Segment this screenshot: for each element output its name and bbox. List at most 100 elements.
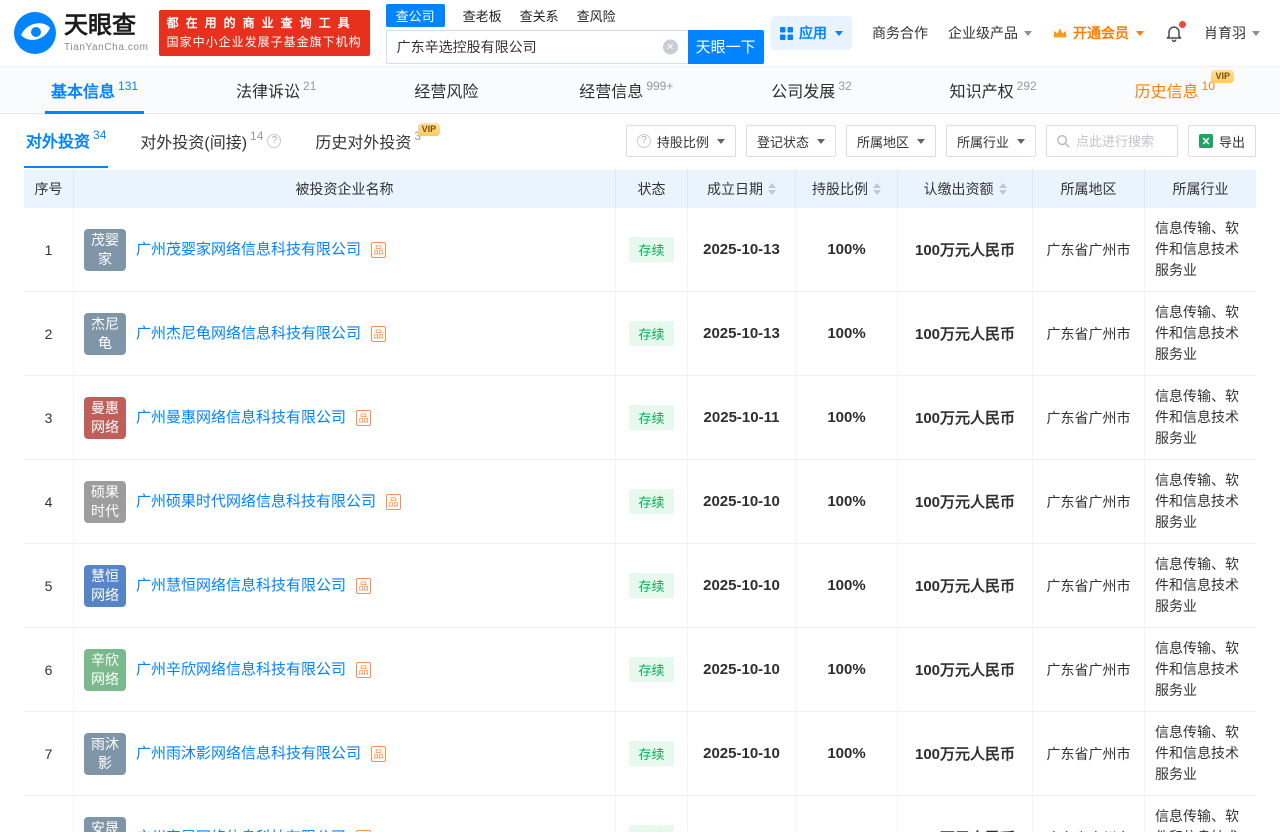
- subtab-history-investment[interactable]: 历史对外投资 3 VIP: [313, 114, 441, 168]
- company-link[interactable]: 广州辛欣网络信息科技有限公司: [136, 659, 346, 680]
- table-header-row: 序号 被投资企业名称 状态 成立日期 持股比例 认缴出资额 所属地区 所属行业: [24, 170, 1256, 208]
- export-button[interactable]: 导出: [1187, 125, 1256, 157]
- vip-badge: VIP: [1211, 70, 1234, 83]
- company-avatar[interactable]: 杰尼龟: [84, 312, 126, 355]
- apps-button[interactable]: 应用: [771, 16, 852, 50]
- tab-intellectual-property[interactable]: 知识产权 292: [944, 67, 1043, 113]
- trademark-icon[interactable]: 品: [356, 661, 372, 678]
- header-established-date[interactable]: 成立日期: [688, 170, 796, 208]
- header-subscribed-capital[interactable]: 认缴出资额: [898, 170, 1033, 208]
- search-tab-boss[interactable]: 查老板: [463, 6, 502, 25]
- company-avatar[interactable]: 慧恒网络: [84, 564, 126, 607]
- status-badge: 存续: [629, 657, 674, 682]
- tab-operating-info[interactable]: 经营信息 999+: [573, 67, 679, 113]
- header-shareholding-ratio[interactable]: 持股比例: [796, 170, 898, 208]
- status-badge: 存续: [629, 489, 674, 514]
- table-row: 6 辛欣网络 广州辛欣网络信息科技有限公司 品 存续 2025-10-10 10…: [24, 628, 1256, 712]
- subscribed-capital: 100万元人民币: [898, 376, 1033, 459]
- tab-legal-litigation[interactable]: 法律诉讼 21: [230, 67, 322, 113]
- shareholding-ratio: 100%: [796, 796, 898, 832]
- status-badge: 存续: [629, 237, 674, 262]
- company-avatar[interactable]: 安晟网络: [84, 816, 126, 832]
- sort-icon[interactable]: [873, 183, 881, 195]
- company-link[interactable]: 广州硕果时代网络信息科技有限公司: [136, 491, 376, 512]
- sort-icon[interactable]: [768, 183, 776, 195]
- subscribed-capital: 100万元人民币: [898, 292, 1033, 375]
- vip-upgrade-menu[interactable]: 开通会员: [1052, 23, 1144, 43]
- shareholding-ratio: 100%: [796, 544, 898, 627]
- tianyancha-logo[interactable]: 天眼查 TianYanCha.com: [14, 12, 149, 54]
- region: 广东省广州市: [1033, 292, 1145, 375]
- filter-industry[interactable]: 所属行业: [945, 125, 1036, 157]
- excel-icon: [1198, 134, 1213, 148]
- company-avatar[interactable]: 雨沐影: [84, 732, 126, 775]
- trademark-icon[interactable]: 品: [386, 493, 402, 510]
- shareholding-ratio: 100%: [796, 628, 898, 711]
- established-date: 2025-10-10: [688, 712, 796, 795]
- company-link[interactable]: 广州曼惠网络信息科技有限公司: [136, 407, 346, 428]
- region: 广东省广州市: [1033, 796, 1145, 832]
- vip-badge: VIP: [417, 123, 441, 136]
- trademark-icon[interactable]: 品: [371, 325, 387, 342]
- table-search-input[interactable]: [1075, 133, 1168, 149]
- search-tab-risk[interactable]: 查风险: [577, 6, 616, 25]
- filter-shareholding-ratio[interactable]: ? 持股比例: [625, 125, 736, 157]
- established-date: 2025-10-10: [688, 460, 796, 543]
- search-tab-company[interactable]: 查公司: [385, 3, 445, 27]
- info-icon: ?: [267, 134, 282, 148]
- logo-title: 天眼查: [64, 11, 136, 39]
- sort-icon[interactable]: [998, 183, 1007, 195]
- region: 广东省广州市: [1033, 460, 1145, 543]
- industry: 信息传输、软件和信息技术服务业: [1155, 304, 1239, 362]
- row-index: 7: [24, 712, 74, 795]
- business-cooperation-link[interactable]: 商务合作: [872, 23, 928, 43]
- trademark-icon[interactable]: 品: [371, 745, 387, 762]
- region: 广东省广州市: [1033, 628, 1145, 711]
- trademark-icon[interactable]: 品: [356, 409, 372, 426]
- company-cell: 杰尼龟 广州杰尼龟网络信息科技有限公司 品: [74, 292, 616, 375]
- tab-company-development[interactable]: 公司发展 32: [765, 67, 857, 113]
- investment-section-bar: 对外投资 34 对外投资(间接) 14 ? 历史对外投资 3 VIP ? 持股比例 登…: [0, 114, 1280, 168]
- trademark-icon[interactable]: 品: [356, 577, 372, 594]
- company-search-input[interactable]: [385, 29, 688, 64]
- subtab-indirect-investment[interactable]: 对外投资(间接) 14 ?: [138, 114, 283, 168]
- table-row: 3 曼惠网络 广州曼惠网络信息科技有限公司 品 存续 2025-10-11 10…: [24, 376, 1256, 460]
- company-avatar[interactable]: 曼惠网络: [84, 396, 126, 439]
- status-cell: 存续: [616, 796, 688, 832]
- company-link[interactable]: 广州茂婴家网络信息科技有限公司: [136, 239, 361, 260]
- user-menu[interactable]: 肖育羽: [1204, 23, 1260, 43]
- notifications-bell[interactable]: [1164, 21, 1186, 43]
- tab-history-info[interactable]: 历史信息 10 VIP: [1129, 67, 1234, 113]
- company-nav-tabs: 基本信息 131 法律诉讼 21 经营风险 经营信息 999+ 公司发展 32 知识产权…: [0, 66, 1280, 114]
- tab-operating-risk[interactable]: 经营风险: [408, 67, 487, 113]
- company-cell: 辛欣网络 广州辛欣网络信息科技有限公司 品: [74, 628, 616, 711]
- header-region: 所属地区: [1033, 170, 1145, 208]
- table-search-box[interactable]: [1045, 125, 1178, 157]
- company-avatar[interactable]: 茂婴家: [84, 228, 126, 271]
- region: 广东省广州市: [1033, 544, 1145, 627]
- filter-region[interactable]: 所属地区: [845, 125, 936, 157]
- trademark-icon[interactable]: 品: [371, 241, 387, 258]
- clear-icon[interactable]: ×: [662, 39, 678, 54]
- company-link[interactable]: 广州安晟网络信息科技有限公司: [136, 827, 346, 832]
- table-row: 8 安晟网络 广州安晟网络信息科技有限公司 品 存续 2025-10-10 10…: [24, 796, 1256, 832]
- company-avatar[interactable]: 辛欣网络: [84, 648, 126, 691]
- search-tab-relation[interactable]: 查关系: [520, 6, 559, 25]
- chevron-down-icon: [716, 138, 725, 144]
- tianyancha-page: 天眼查 TianYanCha.com 都在用的商业查询工具 国家中小企业发展子基…: [0, 0, 1280, 832]
- company-avatar[interactable]: 硕果时代: [84, 480, 126, 523]
- status-cell: 存续: [616, 544, 688, 627]
- header-index: 序号: [24, 170, 74, 208]
- established-date: 2025-10-10: [688, 796, 796, 832]
- subtab-outbound-investment[interactable]: 对外投资 34: [24, 114, 109, 168]
- search-button[interactable]: 天眼一下: [687, 29, 764, 64]
- status-cell: 存续: [616, 712, 688, 795]
- status-badge: 存续: [629, 405, 674, 430]
- company-link[interactable]: 广州雨沐影网络信息科技有限公司: [136, 743, 361, 764]
- filter-registration-status[interactable]: 登记状态: [745, 125, 836, 157]
- company-link[interactable]: 广州慧恒网络信息科技有限公司: [136, 575, 346, 596]
- company-link[interactable]: 广州杰尼龟网络信息科技有限公司: [136, 323, 361, 344]
- crown-icon: [1053, 27, 1067, 37]
- tab-basic-info[interactable]: 基本信息 131: [45, 67, 145, 114]
- enterprise-products-menu[interactable]: 企业级产品: [948, 23, 1032, 43]
